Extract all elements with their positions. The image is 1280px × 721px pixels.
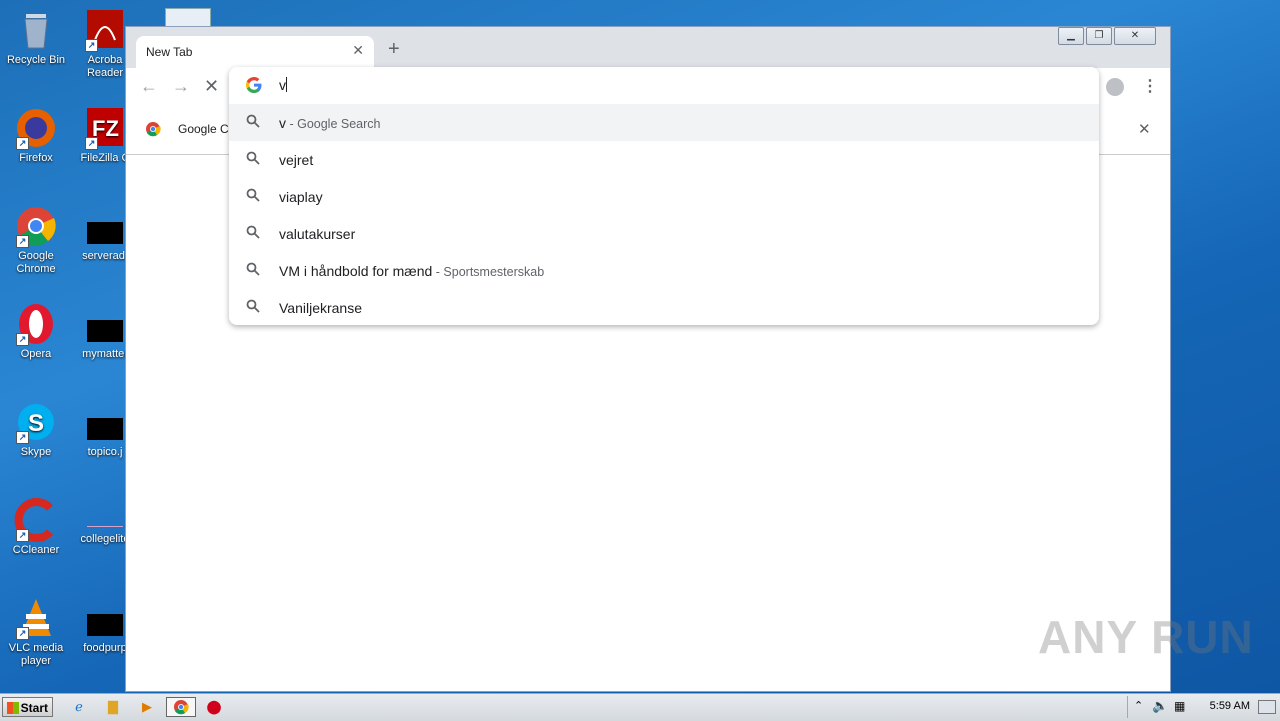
- shortcut-arrow-icon: ↗: [16, 529, 29, 542]
- desktop-icon-label: Firefox: [19, 152, 53, 164]
- system-tray: ⌃ 🔈 ▦ 5:59 AM: [1127, 696, 1280, 718]
- filezilla-icon: FZ ↗: [83, 106, 127, 150]
- tab-close-icon[interactable]: ✕: [352, 42, 364, 59]
- network-icon[interactable]: ▦: [1174, 699, 1185, 713]
- file-thumbnail-icon: [87, 614, 123, 636]
- address-bar-text[interactable]: v: [279, 77, 287, 93]
- profile-avatar-icon[interactable]: [1106, 78, 1124, 96]
- search-icon: [246, 188, 260, 202]
- desktop-icon-label: topico.j: [87, 446, 123, 458]
- shortcut-arrow-icon: ↗: [16, 627, 29, 640]
- close-window-button[interactable]: ✕: [1114, 27, 1156, 45]
- suggestion-text: Vaniljekranse: [279, 300, 363, 316]
- suggestion-item[interactable]: valutakurser: [229, 215, 1099, 252]
- desktop-icon-label: VLC media player: [8, 642, 64, 667]
- shortcut-arrow-icon: ↗: [16, 235, 29, 248]
- file-thumbnail-icon: [87, 320, 123, 342]
- windows-logo-icon: [7, 702, 19, 714]
- media-player-icon[interactable]: ▶: [134, 697, 160, 717]
- search-icon: [246, 114, 260, 128]
- desktop-icon-label: FileZilla C: [80, 152, 130, 164]
- desktop-icon-label: Opera: [20, 348, 52, 360]
- desktop-icon-recycle-bin[interactable]: Recycle Bin: [3, 8, 69, 67]
- desktop-icon-label: serveradı: [82, 250, 128, 262]
- desktop-icon-label: CCleaner: [12, 544, 60, 556]
- volume-icon[interactable]: 🔈: [1152, 698, 1168, 714]
- file-thumbnail-icon: [87, 418, 123, 440]
- opera-icon: ↗: [14, 302, 58, 346]
- suggestion-text: viaplay: [279, 189, 323, 205]
- desktop-icon-label: Acroba Reader: [86, 54, 124, 79]
- google-g-icon: [246, 77, 262, 93]
- shortcut-arrow-icon: ↗: [16, 137, 29, 150]
- svg-text:S: S: [28, 410, 44, 437]
- desktop-icon-skype[interactable]: S ↗ Skype: [3, 400, 69, 459]
- start-button[interactable]: Start: [2, 697, 53, 717]
- start-label: Start: [20, 701, 48, 715]
- suggestion-text: valutakurser: [279, 226, 356, 242]
- menu-kebab-icon[interactable]: ⋮: [1142, 76, 1158, 96]
- maximize-button[interactable]: ❐: [1086, 27, 1112, 45]
- desktop-icon-opera[interactable]: ↗ Opera: [3, 302, 69, 361]
- skype-icon: S ↗: [14, 400, 58, 444]
- chrome-icon: ↗: [14, 204, 58, 248]
- suggestion-item[interactable]: Vaniljekranse: [229, 289, 1099, 326]
- shortcut-arrow-icon: ↗: [85, 39, 98, 52]
- omnibox-dropdown: v v - Google Search vejret viaplay valut…: [229, 67, 1099, 325]
- search-icon: [246, 151, 260, 165]
- desktop-icon-document[interactable]: [165, 8, 211, 28]
- suggestion-item[interactable]: viaplay: [229, 178, 1099, 215]
- search-icon: [246, 225, 260, 239]
- tab-title: New Tab: [146, 45, 193, 59]
- show-desktop-icon[interactable]: [1258, 700, 1276, 714]
- suggestion-item[interactable]: vejret: [229, 141, 1099, 178]
- minimize-button[interactable]: ▁: [1058, 27, 1084, 45]
- desktop-icon-label: Skype: [20, 446, 52, 458]
- window-controls: ▁ ❐ ✕: [1056, 27, 1156, 45]
- suggestion-item[interactable]: VM i håndbold for mænd - Sportsmesterska…: [229, 252, 1099, 289]
- chrome-logo-icon: [145, 121, 161, 140]
- suggestion-text: v - Google Search: [279, 115, 381, 131]
- forward-arrow-icon[interactable]: →: [172, 76, 190, 97]
- ccleaner-icon: ↗: [14, 498, 58, 542]
- shortcut-arrow-icon: ↗: [16, 431, 29, 444]
- shortcut-arrow-icon: ↗: [85, 137, 98, 150]
- taskbar: Start ℯ ▇ ▶ ⬤ ⌃ 🔈 ▦ 5:59 AM: [0, 693, 1280, 721]
- desktop-icon-label: Google Chrome: [16, 250, 56, 275]
- chrome-taskbar-button[interactable]: [166, 697, 196, 717]
- new-tab-button[interactable]: +: [388, 38, 400, 61]
- desktop-icon-ccleaner[interactable]: ↗ CCleaner: [3, 498, 69, 557]
- clock[interactable]: 5:59 AM: [1210, 700, 1250, 712]
- suggestion-text: VM i håndbold for mænd - Sportsmesterska…: [279, 263, 545, 279]
- explorer-folder-icon[interactable]: ▇: [100, 697, 126, 717]
- desktop-icon-label: mymatter: [82, 348, 128, 360]
- file-thumbnail-icon: [87, 222, 123, 244]
- desktop-icon-vlc[interactable]: ↗ VLC media player: [3, 596, 69, 668]
- desktop-icon-chrome[interactable]: ↗ Google Chrome: [3, 204, 69, 276]
- acrobat-icon: ↗: [83, 8, 127, 52]
- vlc-icon: ↗: [14, 596, 58, 640]
- shortcut-arrow-icon: ↗: [16, 333, 29, 346]
- search-icon: [246, 262, 260, 276]
- tray-expand-icon[interactable]: ⌃: [1134, 699, 1143, 712]
- firefox-icon: ↗: [14, 106, 58, 150]
- address-bar[interactable]: v: [229, 67, 1099, 104]
- desktop-icon-label: Recycle Bin: [6, 54, 66, 66]
- ie-icon[interactable]: ℯ: [66, 697, 92, 717]
- desktop-icon-firefox[interactable]: ↗ Firefox: [3, 106, 69, 165]
- suggestion-item[interactable]: v - Google Search: [229, 104, 1099, 141]
- bookmark-bar-close-icon[interactable]: ✕: [1138, 120, 1151, 138]
- stop-loading-icon[interactable]: ✕: [204, 76, 219, 97]
- anyrun-watermark: ANY RUN: [1038, 611, 1254, 663]
- desktop-icon-label: foodpurp: [83, 642, 127, 654]
- file-thumbnail-icon: [87, 516, 123, 527]
- search-icon: [246, 299, 260, 313]
- suggestion-text: vejret: [279, 152, 314, 168]
- tab-new-tab[interactable]: New Tab ✕: [136, 36, 374, 68]
- bookmark-label[interactable]: Google Cl: [178, 122, 231, 136]
- back-arrow-icon[interactable]: ←: [140, 76, 158, 97]
- desktop-icon-label: collegelite: [80, 533, 130, 545]
- recycle-bin-icon: [14, 8, 58, 52]
- opera-taskbar-icon[interactable]: ⬤: [201, 697, 227, 717]
